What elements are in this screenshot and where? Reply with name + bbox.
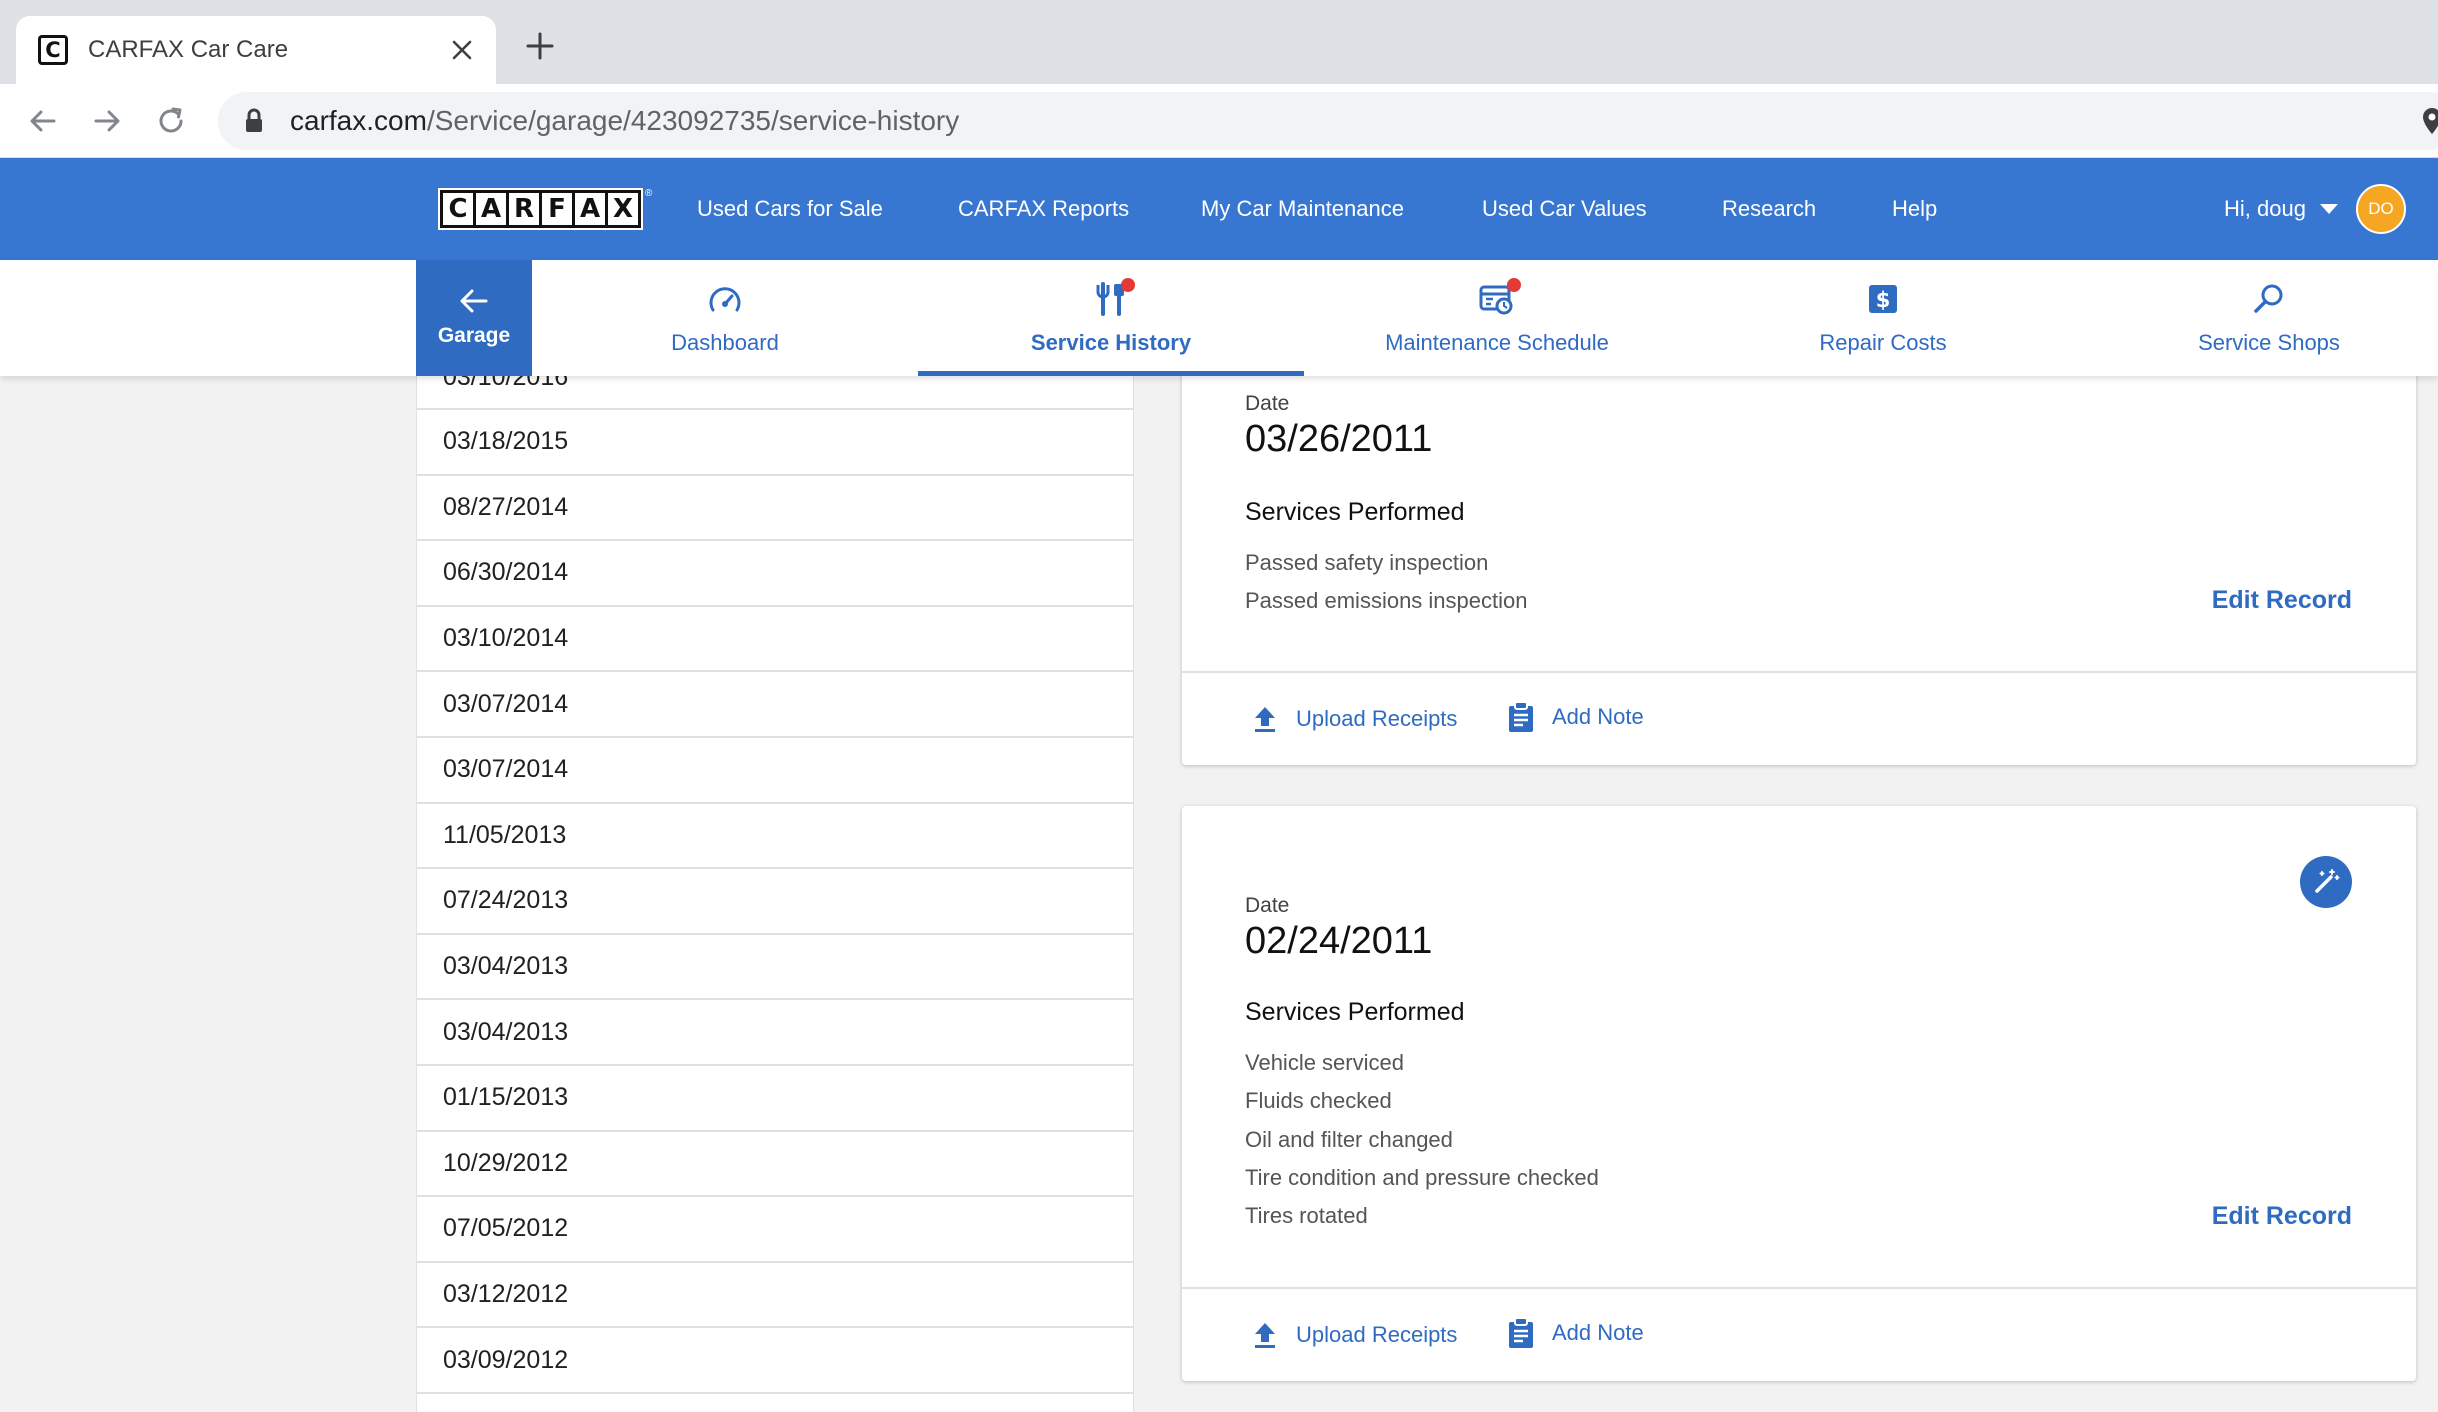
tab-title: CARFAX Car Care [88,36,289,63]
tab-label: Repair Costs [1819,330,1947,355]
upload-receipts-label: Upload Receipts [1296,706,1458,731]
browser-toolbar: carfax.com/Service/garage/423092735/serv… [0,84,2438,158]
caret-down-icon [2319,204,2338,214]
record-date: 03/26/2011 [1245,418,1433,460]
tools-icon [1091,278,1135,318]
nav-help[interactable]: Help [1892,158,1937,260]
new-tab-icon[interactable] [520,26,560,66]
arrow-left-icon [460,289,488,313]
list-item[interactable]: 03/10/2014 [417,607,1133,673]
dollar-icon: $ [1863,280,1903,318]
clipboard-icon [1506,701,1536,732]
service-item: Vehicle serviced [1245,1050,1404,1075]
svg-text:$: $ [1876,288,1891,312]
date-label: Date [1245,894,1290,917]
address-bar[interactable]: carfax.com/Service/garage/423092735/serv… [218,92,2438,150]
carfax-favicon-icon: C [38,35,68,65]
edit-record-button[interactable]: Edit Record [2212,1202,2352,1231]
services-performed-title: Services Performed [1245,998,1465,1026]
tab-service-history[interactable]: Service History [918,260,1304,376]
nav-used-car-values[interactable]: Used Car Values [1482,158,1647,260]
service-item: Oil and filter changed [1245,1127,1453,1152]
notification-dot [1121,278,1135,292]
edit-record-button[interactable]: Edit Record [2212,586,2352,615]
list-item[interactable]: 07/05/2012 [417,1197,1133,1263]
tab-label: Maintenance Schedule [1385,330,1609,355]
tab-label: Service History [1030,330,1192,355]
upload-receipts-button[interactable]: Upload Receipts [1250,704,1457,734]
service-date-list: 03/10/2016 03/18/2015 08/27/2014 06/30/2… [416,346,1134,1412]
back-arrow-icon[interactable] [20,98,66,144]
tab-maintenance-schedule[interactable]: Maintenance Schedule [1304,260,1690,376]
list-item[interactable]: 06/30/2014 [417,541,1133,607]
upload-icon [1250,704,1280,734]
list-item[interactable]: 11/05/2013 [417,804,1133,870]
list-item[interactable]: 03/07/2014 [417,738,1133,804]
nav-research[interactable]: Research [1722,158,1816,260]
url-text[interactable]: carfax.com/Service/garage/423092735/serv… [290,105,959,137]
nav-my-car-maintenance[interactable]: My Car Maintenance [1201,158,1404,260]
calendar-schedule-icon [1477,278,1521,318]
tab-label: Dashboard [671,330,779,355]
garage-subnav: Garage Dashboard Service History Mainten… [0,260,2438,376]
service-item: Tires rotated [1245,1203,1368,1228]
tab-repair-costs[interactable]: $ Repair Costs [1690,260,2076,376]
record-date: 02/24/2011 [1245,920,1433,962]
browser-tabstrip: C CARFAX Car Care [0,0,2438,84]
garage-back-button[interactable]: Garage [416,260,532,376]
list-item[interactable]: 10/29/2012 [417,1132,1133,1198]
list-item[interactable] [417,1394,1133,1412]
list-item[interactable]: 03/04/2013 [417,935,1133,1001]
nav-used-cars-for-sale[interactable]: Used Cars for Sale [697,158,883,260]
card-divider [1182,1287,2416,1289]
list-item[interactable]: 03/09/2012 [417,1328,1133,1394]
site-header: CARFAX ® Used Cars for Sale CARFAX Repor… [0,158,2438,260]
lock-icon[interactable] [240,107,268,135]
clipboard-icon [1506,1317,1536,1348]
user-menu[interactable]: Hi, doug [2224,158,2338,260]
tab-dashboard[interactable]: Dashboard [532,260,918,376]
browser-tab[interactable]: C CARFAX Car Care [16,16,496,84]
nav-carfax-reports[interactable]: CARFAX Reports [958,158,1129,260]
tab-service-shops[interactable]: Service Shops [2076,260,2438,376]
list-item[interactable]: 03/04/2013 [417,1000,1133,1066]
services-performed-title: Services Performed [1245,498,1465,526]
tab-label: Service Shops [2198,330,2340,355]
service-item: Tire condition and pressure checked [1245,1165,1599,1190]
upload-icon [1250,1320,1280,1350]
service-record-card: Date 02/24/2011 Services Performed Vehic… [1182,806,2416,1381]
upload-receipts-label: Upload Receipts [1296,1322,1458,1347]
tab-close-icon[interactable] [442,30,482,70]
carfax-logo[interactable]: CARFAX ® [438,188,652,230]
location-pin-icon[interactable] [2420,106,2438,136]
card-divider [1182,671,2416,673]
speedometer-icon [705,280,745,318]
registered-mark-icon: ® [645,188,653,199]
service-item: Passed safety inspection [1245,550,1489,575]
carfax-logo-letters: CARFAX [438,188,643,230]
add-note-label: Add Note [1552,1320,1644,1345]
magic-wand-icon[interactable] [2300,856,2352,908]
service-item: Fluids checked [1245,1088,1392,1113]
list-item[interactable]: 03/12/2012 [417,1263,1133,1329]
service-item: Passed emissions inspection [1245,588,1528,613]
search-icon [2249,280,2289,318]
add-note-label: Add Note [1552,704,1644,729]
list-item[interactable]: 01/15/2013 [417,1066,1133,1132]
upload-receipts-button[interactable]: Upload Receipts [1250,1320,1457,1350]
add-note-button[interactable]: Add Note [1506,1317,1644,1348]
date-label: Date [1245,392,1290,415]
forward-arrow-icon[interactable] [84,98,130,144]
list-item[interactable]: 07/24/2013 [417,869,1133,935]
garage-label: Garage [437,324,511,347]
avatar[interactable]: DO [2356,184,2406,234]
list-item[interactable]: 03/18/2015 [417,410,1133,476]
list-item[interactable]: 03/07/2014 [417,672,1133,738]
notification-dot [1507,278,1521,292]
add-note-button[interactable]: Add Note [1506,701,1644,732]
list-item[interactable]: 08/27/2014 [417,476,1133,542]
user-greeting: Hi, doug [2224,196,2306,221]
reload-icon[interactable] [148,98,194,144]
